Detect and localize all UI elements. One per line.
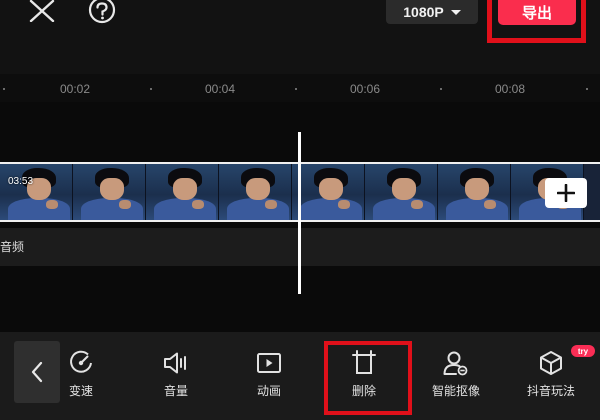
clip-duration: 03:53 xyxy=(8,176,34,187)
close-icon[interactable] xyxy=(28,0,56,23)
ruler-dot xyxy=(586,88,588,90)
clip-thumbnail xyxy=(365,164,438,220)
plus-icon xyxy=(557,184,575,202)
tool-label: 音量 xyxy=(163,384,188,398)
resolution-label: 1080P xyxy=(403,4,444,20)
ruler-tick-label: 00:04 xyxy=(205,82,236,96)
clip-thumbnail xyxy=(292,164,365,220)
ruler-dot xyxy=(150,88,152,90)
ruler-dot xyxy=(295,88,297,90)
export-highlight-box: 导出 xyxy=(487,0,586,43)
clip-thumbnail xyxy=(146,164,219,220)
ruler-tick-label: 00:06 xyxy=(350,82,381,96)
add-clip-button[interactable] xyxy=(545,178,587,208)
delete-highlight-box xyxy=(324,341,412,415)
caret-down-icon xyxy=(450,9,461,15)
tool-smart-cutout[interactable]: 智能抠像 xyxy=(421,350,491,410)
chevron-left-icon xyxy=(31,361,43,383)
tool-label: 智能抠像 xyxy=(431,384,480,398)
clip-thumbnail xyxy=(438,164,511,220)
help-icon[interactable] xyxy=(86,0,118,24)
clip-thumbnail xyxy=(0,164,73,220)
try-badge: try xyxy=(571,345,595,357)
bottom-toolbar: 变速 音量 动画 删除 智能抠像 抖音玩法 xyxy=(0,332,600,420)
export-button[interactable]: 导出 xyxy=(498,0,576,25)
clip-thumbnail xyxy=(219,164,292,220)
speaker-volume-icon xyxy=(164,352,186,374)
ruler-dot xyxy=(440,88,442,90)
audio-track-label: 音频 xyxy=(0,240,25,254)
tool-label: 动画 xyxy=(256,384,281,398)
timeline-ruler[interactable]: 00:02 00:04 00:06 00:08 xyxy=(0,74,600,102)
tool-label: 变速 xyxy=(68,384,93,398)
person-cutout-icon xyxy=(443,351,468,376)
tool-speed[interactable]: 变速 xyxy=(46,350,116,410)
clip-thumbnail xyxy=(73,164,146,220)
tool-animation[interactable]: 动画 xyxy=(234,350,304,410)
playhead[interactable] xyxy=(298,132,301,294)
play-frame-icon xyxy=(257,353,281,373)
cube-effect-icon xyxy=(540,351,562,375)
ruler-tick-label: 00:08 xyxy=(495,82,526,96)
tool-douyin-effects[interactable]: 抖音玩法 xyxy=(516,350,586,410)
speed-gauge-icon xyxy=(70,350,92,373)
tool-volume[interactable]: 音量 xyxy=(141,350,211,410)
top-bar: 1080P 导出 xyxy=(0,0,600,43)
tool-label: 抖音玩法 xyxy=(526,384,575,398)
resolution-dropdown[interactable]: 1080P xyxy=(386,0,478,24)
ruler-tick-label: 00:02 xyxy=(60,82,91,96)
ruler-dot xyxy=(3,88,5,90)
